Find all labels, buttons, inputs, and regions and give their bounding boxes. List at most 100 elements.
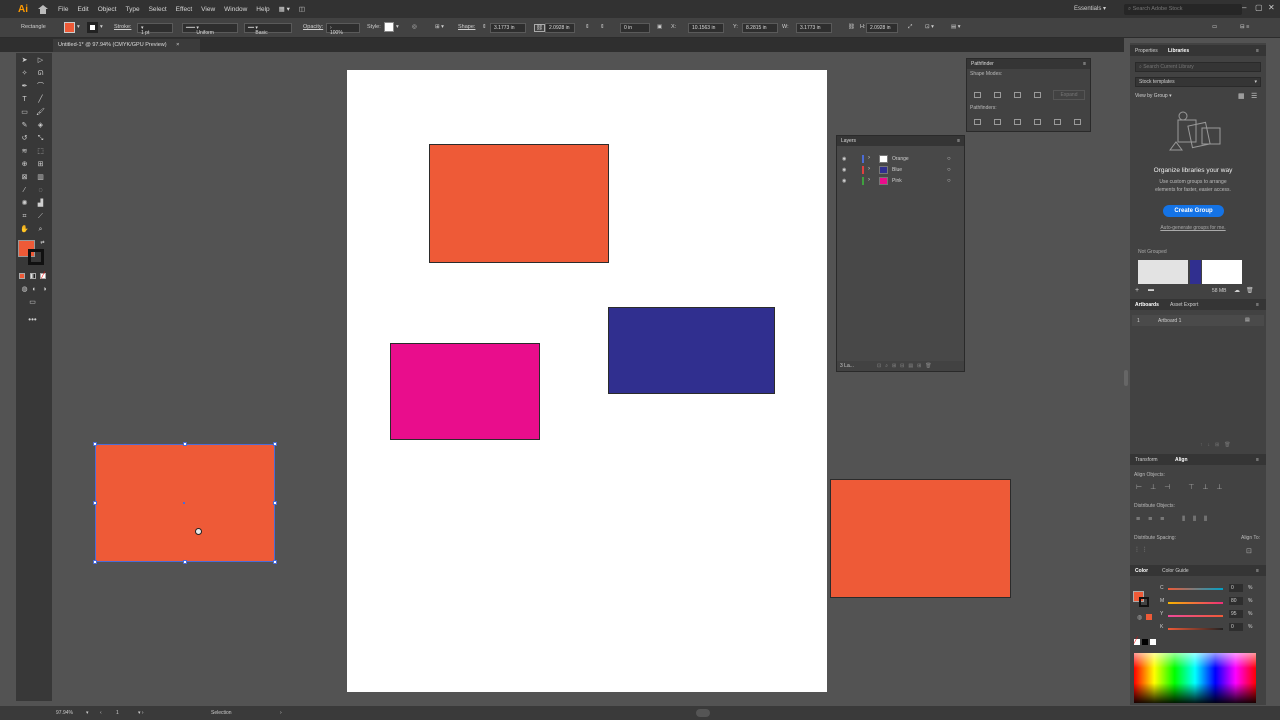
orange-rectangle-right[interactable] <box>830 479 1011 598</box>
layer-name[interactable]: Pink <box>892 178 902 184</box>
divide-icon[interactable] <box>974 119 981 125</box>
panel-menu-icon[interactable]: ≡ <box>1256 568 1259 574</box>
stroke-dropdown-icon[interactable]: ▾ <box>100 24 103 30</box>
shape-width-field[interactable]: 3.1773 in <box>490 23 526 33</box>
tab-properties[interactable]: Properties <box>1135 48 1158 54</box>
artboards-footer-icons[interactable]: ↑↓⊞🗑 <box>1200 442 1236 448</box>
curvature-tool-icon[interactable]: ⌒ <box>36 82 45 91</box>
vertical-scrollbar-thumb[interactable] <box>1124 370 1128 386</box>
channel-m-slider[interactable] <box>1168 602 1223 604</box>
expand-chevron-icon[interactable]: › <box>868 166 870 172</box>
merge-icon[interactable] <box>1014 119 1021 125</box>
align-to-selection-icon[interactable]: ⊡ <box>1246 547 1252 555</box>
pink-rectangle[interactable] <box>390 343 540 440</box>
stroke-profile-select[interactable]: ━━━ Uniform ▾ <box>182 23 238 36</box>
shaper-tool-icon[interactable]: ✎ <box>20 121 29 130</box>
perspective-grid-tool-icon[interactable]: ⊞ <box>36 160 45 169</box>
resize-handle[interactable] <box>183 560 187 564</box>
stroke-weight-field[interactable]: 1 pt ▾ <box>137 23 173 36</box>
menu-select[interactable]: Select <box>149 6 167 13</box>
visibility-eye-icon[interactable]: ◉ <box>842 178 846 184</box>
add-asset-icon[interactable]: + <box>1135 287 1139 294</box>
trim-icon[interactable] <box>994 119 1001 125</box>
channel-c-slider[interactable] <box>1168 588 1223 590</box>
reference-point-icon[interactable]: ▣ <box>657 24 662 30</box>
resize-handle[interactable] <box>93 442 97 446</box>
none-mode-icon[interactable]: ╱ <box>40 273 46 279</box>
crop-icon[interactable] <box>1034 119 1041 125</box>
align-objects-icons[interactable]: ⊢⊥⊣ ⊤⊥⊥ <box>1136 483 1231 491</box>
library-asset-thumbnail[interactable] <box>1138 260 1188 284</box>
h-field[interactable]: 2.0928 in <box>866 23 898 33</box>
gradient-tool-icon[interactable]: ▥ <box>36 173 45 182</box>
artboard-row[interactable]: 1 Artboard 1 ▤ <box>1132 315 1264 326</box>
tab-align[interactable]: Align <box>1175 457 1188 463</box>
artboard-name[interactable]: Artboard 1 <box>1158 318 1181 324</box>
color-stroke-swatch[interactable] <box>1139 597 1149 607</box>
orange-rectangle-top[interactable] <box>429 144 609 263</box>
y-field[interactable]: 8.2815 in <box>742 23 778 33</box>
grid-view-icon[interactable]: ▦ <box>1238 92 1245 100</box>
none-swatch[interactable]: ╱ <box>1134 638 1140 645</box>
channel-y-value[interactable]: 95 <box>1229 610 1243 618</box>
artboard-number[interactable]: 1 <box>116 710 119 716</box>
black-swatch[interactable] <box>1142 639 1148 645</box>
pen-tool-icon[interactable]: ✒ <box>20 82 29 91</box>
stroke-label[interactable]: Stroke: <box>114 24 131 30</box>
target-icon[interactable]: ○ <box>947 167 951 173</box>
document-tab-close-icon[interactable]: × <box>176 42 179 48</box>
auto-generate-link[interactable]: Auto-generate groups for me. <box>1133 225 1253 231</box>
expand-button[interactable]: Expand <box>1053 90 1085 100</box>
draw-inside-icon[interactable]: ◑ <box>40 285 49 294</box>
intersect-icon[interactable] <box>1014 92 1021 98</box>
layer-name[interactable]: Orange <box>892 156 909 162</box>
gradient-mode-icon[interactable] <box>30 273 36 279</box>
outline-icon[interactable] <box>1054 119 1061 125</box>
target-icon[interactable]: ○ <box>947 156 951 162</box>
resize-handle[interactable] <box>183 442 187 446</box>
resize-handle[interactable] <box>93 560 97 564</box>
resize-handle[interactable] <box>93 501 97 505</box>
panel-menu-icon[interactable]: ▭ <box>1212 24 1217 30</box>
lasso-tool-icon[interactable]: ᘏ <box>36 69 45 78</box>
artboard-options-icon[interactable]: ▤ <box>1245 317 1250 323</box>
color-mode-icon[interactable] <box>19 273 25 279</box>
close-icon[interactable]: ✕ <box>1268 3 1275 12</box>
menu-help[interactable]: Help <box>256 6 269 13</box>
layer-row[interactable]: ◉ › Pink ○ <box>837 176 964 187</box>
rectangle-tool-icon[interactable]: ▭ <box>20 108 29 117</box>
arrange-panels-icon[interactable]: ⊟ ≡ <box>1240 24 1249 30</box>
tab-color-guide[interactable]: Color Guide <box>1162 568 1189 574</box>
library-asset-thumbnail[interactable] <box>1190 260 1201 284</box>
blend-tool-icon[interactable]: ◌ <box>36 186 45 195</box>
edit-toolbar-icon[interactable]: ••• <box>28 315 37 324</box>
gamut-swatch[interactable] <box>1146 614 1152 620</box>
exclude-icon[interactable] <box>1034 92 1041 98</box>
brush-select[interactable]: ━━ Basic ▾ <box>244 23 292 36</box>
selection-tool-icon[interactable]: ➤ <box>20 56 29 65</box>
fill-dropdown-icon[interactable]: ▾ <box>77 24 80 30</box>
swap-colors-icon[interactable]: ⇄ <box>38 239 47 248</box>
resize-handle[interactable] <box>273 560 277 564</box>
document-tab[interactable]: Untitled-1* @ 97.94% (CMYK/GPU Preview) … <box>53 39 200 52</box>
minus-front-icon[interactable] <box>994 92 1001 98</box>
menu-edit[interactable]: Edit <box>77 6 88 13</box>
menu-type[interactable]: Type <box>125 6 139 13</box>
distribute-spacing-icons[interactable]: ⫶⫶ <box>1136 547 1152 555</box>
style-swatch[interactable] <box>384 22 394 32</box>
color-spectrum[interactable] <box>1134 653 1256 703</box>
delete-icon[interactable]: 🗑 <box>1246 287 1254 294</box>
target-icon[interactable]: ○ <box>947 178 951 184</box>
eraser-tool-icon[interactable]: ◈ <box>36 121 45 130</box>
tab-artboards[interactable]: Artboards <box>1135 302 1159 308</box>
stroke-color-swatch[interactable] <box>28 249 44 265</box>
rotate-tool-icon[interactable]: ↺ <box>20 134 29 143</box>
opacity-label[interactable]: Opacity: <box>303 24 323 30</box>
paintbrush-tool-icon[interactable]: 🖌 <box>36 108 45 117</box>
mesh-tool-icon[interactable]: ⊠ <box>20 173 29 182</box>
unite-icon[interactable] <box>974 92 981 98</box>
free-transform-tool-icon[interactable]: ⬚ <box>36 147 45 156</box>
tab-transform[interactable]: Transform <box>1135 457 1158 463</box>
folder-icon[interactable]: ▬ <box>1148 287 1154 293</box>
eyedropper-tool-icon[interactable]: ⁄ <box>20 186 29 195</box>
